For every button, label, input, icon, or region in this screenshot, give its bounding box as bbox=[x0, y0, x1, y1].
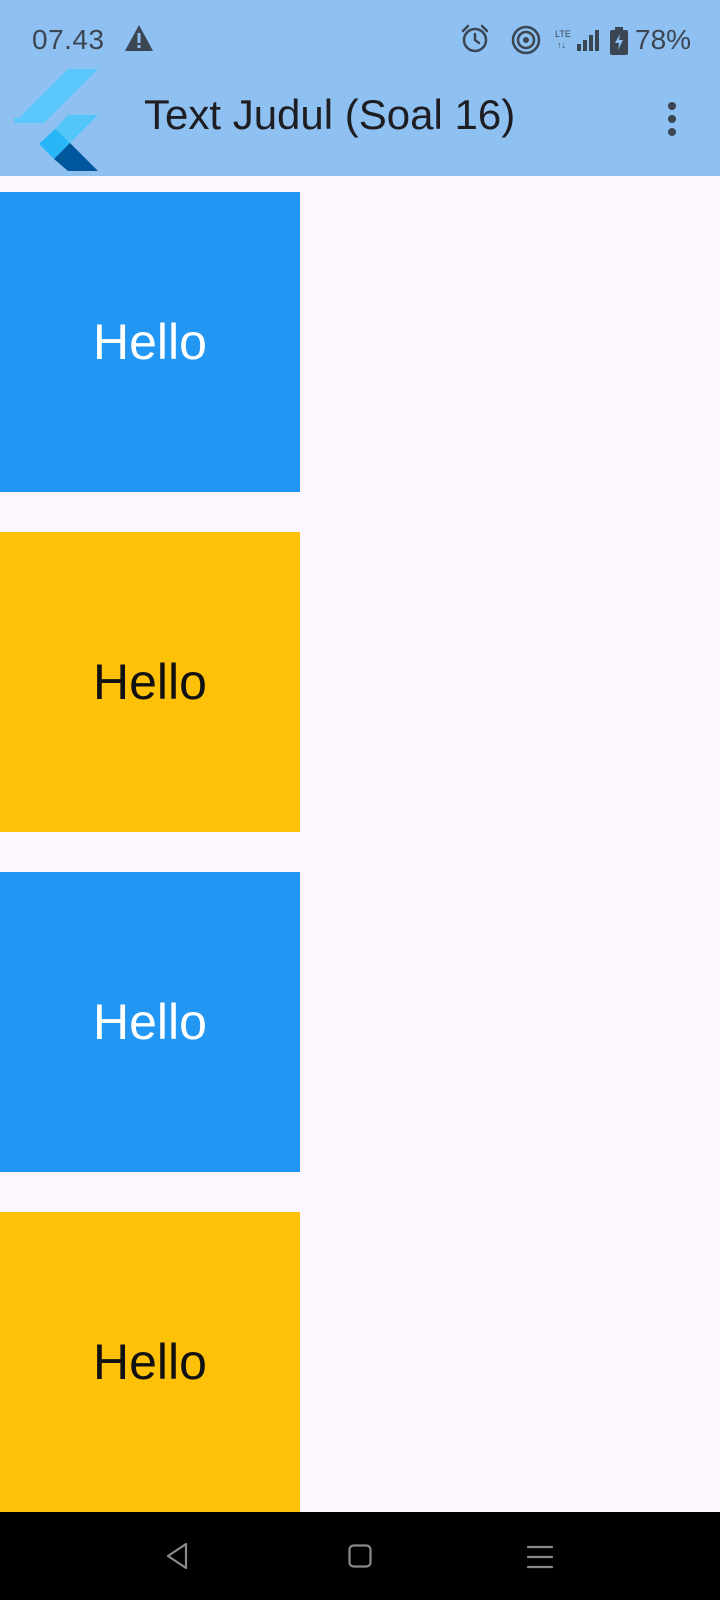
svg-text:↑↓: ↑↓ bbox=[557, 40, 566, 50]
back-icon[interactable] bbox=[164, 1541, 190, 1571]
warning-icon bbox=[125, 25, 153, 51]
svg-text:LTE: LTE bbox=[555, 29, 571, 39]
hello-tile-2: Hello bbox=[0, 532, 300, 832]
hello-tile-3: Hello bbox=[0, 872, 300, 1172]
battery-charging-icon bbox=[610, 27, 628, 55]
lte-signal-icon: LTE ↑↓ bbox=[555, 29, 599, 51]
hello-tile-label: Hello bbox=[93, 994, 207, 1050]
hello-tile-label: Hello bbox=[93, 1334, 207, 1390]
hello-tile-1: Hello bbox=[0, 192, 300, 492]
home-icon[interactable] bbox=[348, 1544, 372, 1568]
more-vert-icon[interactable] bbox=[664, 102, 680, 136]
hello-tile-label: Hello bbox=[93, 654, 207, 710]
status-time: 07.43 bbox=[32, 24, 105, 55]
alarm-icon bbox=[461, 24, 489, 53]
battery-percentage: 78% bbox=[635, 24, 692, 55]
recents-icon[interactable] bbox=[526, 1544, 554, 1570]
hello-tile-label: Hello bbox=[93, 314, 207, 370]
hotspot-icon bbox=[511, 25, 541, 55]
hello-tile-4: Hello bbox=[0, 1212, 300, 1512]
app-title: Text Judul (Soal 16) bbox=[144, 91, 516, 138]
status-bar: 07.43 LTE ↑↓ 78% bbox=[0, 0, 720, 80]
flutter-logo bbox=[14, 69, 98, 171]
